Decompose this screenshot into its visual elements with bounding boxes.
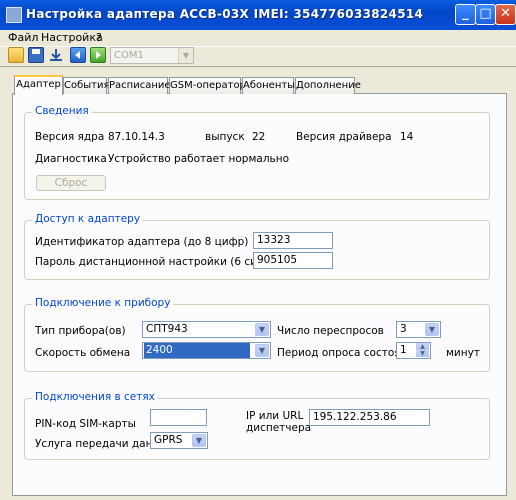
driver-version-label: Версия драйвера	[296, 131, 392, 143]
window-title: Настройка адаптера ACCB-03X IMEI: 354776…	[26, 7, 424, 21]
release-value: 22	[252, 131, 266, 143]
chevron-down-icon: ▼	[255, 344, 269, 357]
ip-url-label: IP или URL	[246, 410, 304, 422]
dispatcher-label: диспетчера	[246, 422, 312, 434]
sim-pin-input[interactable]	[150, 409, 207, 426]
sim-pin-label: PIN-код SIM-карты	[35, 418, 136, 430]
core-version-value: 87.10.14.3	[108, 131, 165, 143]
port-select[interactable]: COM1 ▼	[110, 47, 194, 64]
port-select-value: COM1	[114, 50, 144, 61]
baud-rate-select[interactable]: 2400 ▼	[142, 342, 271, 359]
open-folder-icon[interactable]	[8, 47, 24, 63]
menu-file[interactable]: Файл	[8, 31, 38, 44]
adapter-id-label: Идентификатор адаптера (до 8 цифр)	[35, 236, 249, 248]
connect-blue-icon[interactable]	[70, 47, 86, 63]
baud-rate-value: 2400	[144, 343, 250, 358]
tab-subscribers[interactable]: Абоненты	[242, 77, 295, 94]
network-legend: Подключения в сетях	[32, 391, 158, 403]
device-type-select[interactable]: СПТ943 ▼	[142, 321, 271, 338]
connect-green-icon[interactable]	[90, 47, 106, 63]
upload-icon[interactable]	[48, 47, 64, 63]
device-type-value: СПТ943	[146, 323, 188, 335]
minimize-button[interactable]: _	[455, 4, 476, 25]
device-group	[24, 304, 490, 372]
info-legend: Сведения	[32, 105, 92, 117]
tab-schedule[interactable]: Расписание	[108, 77, 171, 94]
maximize-button[interactable]: □	[475, 4, 496, 25]
access-legend: Доступ к адаптеру	[32, 213, 144, 225]
poll-period-spinner[interactable]: 1 ▲ ▼	[396, 342, 431, 359]
menu-settings[interactable]: Настройка	[41, 31, 103, 44]
spin-up-icon[interactable]: ▲	[416, 343, 429, 350]
chevron-down-icon: ▼	[255, 323, 269, 336]
device-legend: Подключение к прибору	[32, 297, 174, 309]
diagnostics-label: Диагностика	[35, 153, 107, 165]
save-disk-icon[interactable]	[28, 47, 44, 63]
release-label: выпуск	[205, 131, 245, 143]
app-icon	[6, 7, 22, 23]
data-service-value: GPRS	[154, 434, 183, 446]
poll-period-value: 1	[400, 344, 407, 356]
diagnostics-value: Устройство работает нормально	[108, 153, 290, 165]
device-type-label: Тип прибора(ов)	[35, 325, 126, 337]
chevron-down-icon: ▼	[178, 48, 193, 63]
tab-adapter[interactable]: Адаптер	[14, 75, 63, 95]
chevron-down-icon: ▼	[192, 434, 206, 447]
remote-password-input[interactable]: 905105	[253, 252, 333, 269]
driver-version-value: 14	[400, 131, 414, 143]
retries-value: 3	[400, 323, 407, 335]
data-service-select[interactable]: GPRS ▼	[150, 432, 208, 449]
tab-additional[interactable]: Дополнение	[295, 77, 361, 94]
retries-select[interactable]: 3 ▼	[396, 321, 441, 338]
core-version-label: Версия ядра	[35, 131, 105, 143]
retries-label: Число переспросов	[277, 325, 384, 337]
reset-button[interactable]: Сброс	[36, 175, 106, 191]
poll-period-unit: минут	[446, 347, 480, 359]
access-group	[24, 220, 490, 280]
spin-down-icon[interactable]: ▼	[416, 350, 429, 357]
tab-events[interactable]: События	[63, 77, 110, 94]
adapter-id-input[interactable]: 13323	[253, 232, 333, 249]
tab-gsm-operator[interactable]: GSM-оператор	[169, 77, 246, 94]
close-button[interactable]: ✕	[495, 4, 516, 25]
chevron-down-icon: ▼	[425, 323, 439, 336]
menu-help[interactable]: ?	[96, 31, 102, 44]
dispatcher-ip-input[interactable]: 195.122.253.86	[309, 409, 430, 426]
baud-rate-label: Скорость обмена	[35, 347, 131, 359]
